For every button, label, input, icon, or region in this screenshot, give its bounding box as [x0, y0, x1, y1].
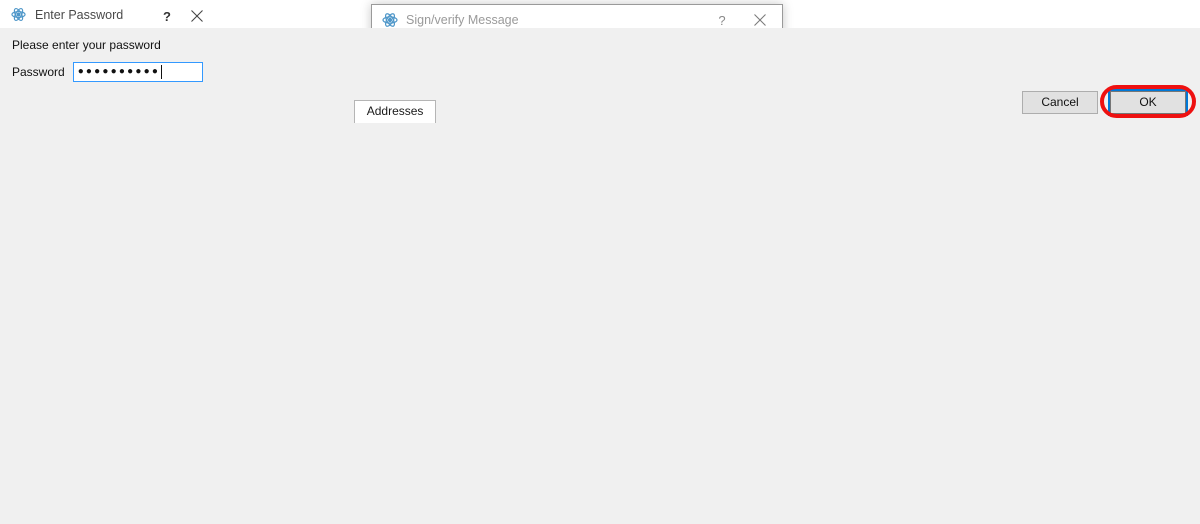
ok-button[interactable]: OK	[1108, 89, 1188, 116]
password-row: Password ●●●●●●●●●●	[12, 62, 203, 82]
tab-addresses[interactable]: Addresses	[353, 100, 437, 123]
screen: Electrum 2.7.15 - default_wallet File Wa…	[0, 0, 1200, 524]
password-dialog-window-controls: ?	[152, 1, 212, 31]
help-button[interactable]: ?	[152, 1, 182, 31]
ok-button-wrapper: OK	[1100, 85, 1196, 118]
password-dialog-title: Enter Password	[35, 8, 124, 22]
password-label: Password	[12, 65, 65, 79]
password-input[interactable]: ●●●●●●●●●●	[72, 62, 203, 82]
cancel-button[interactable]: Cancel	[1022, 91, 1098, 114]
password-dialog-body: Please enter your password Password ●●●●…	[0, 28, 1200, 524]
password-dialog-buttons: Cancel OK	[0, 85, 1200, 118]
electrum-logo-icon	[382, 12, 398, 28]
text-caret	[161, 65, 163, 79]
electrum-logo-icon	[11, 7, 27, 23]
password-dialog-titlebar[interactable]: Enter Password ?	[1, 1, 212, 29]
sign-verify-title: Sign/verify Message	[406, 13, 519, 27]
enter-password-dialog: Enter Password ? Please enter your passw…	[0, 0, 1200, 524]
close-button[interactable]	[182, 1, 212, 31]
password-value: ●●●●●●●●●●	[77, 66, 161, 77]
password-prompt: Please enter your password	[12, 38, 161, 52]
